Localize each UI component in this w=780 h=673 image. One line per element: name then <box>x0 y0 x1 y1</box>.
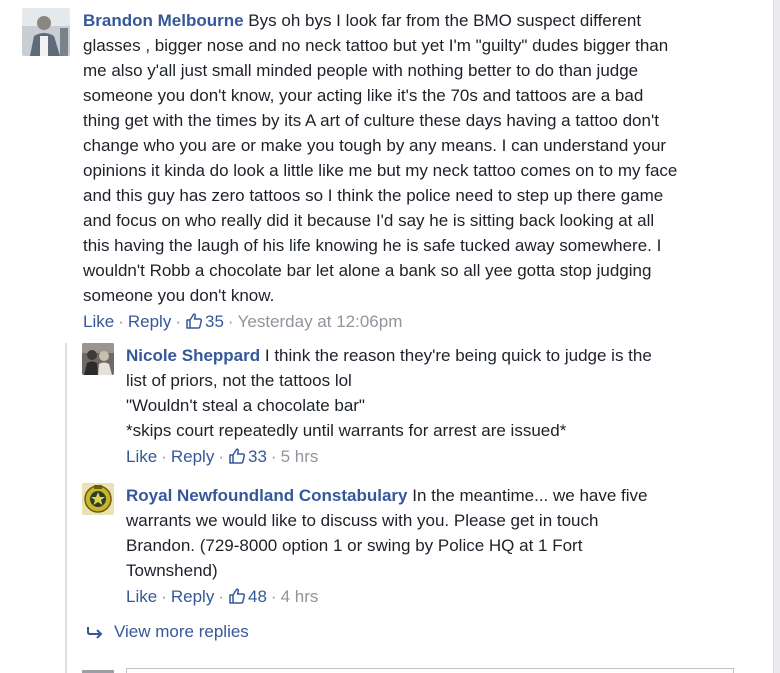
reply-input[interactable] <box>126 668 734 673</box>
card-border <box>773 0 780 673</box>
comment-body: Royal Newfoundland Constabulary In the m… <box>126 483 732 609</box>
comment-line: me also y'all just small minded people w… <box>83 61 639 80</box>
like-count[interactable]: 33 <box>228 447 267 466</box>
comment-line: glasses , bigger nose and no neck tattoo… <box>83 36 669 55</box>
comment-line: warrants we would like to discuss with y… <box>126 511 599 530</box>
comment-line: this having the laugh of his life knowin… <box>83 236 662 255</box>
like-count-value: 48 <box>248 587 267 606</box>
comment-line: thing get with the times by its A art of… <box>83 111 659 130</box>
timestamp[interactable]: 4 hrs <box>281 587 319 606</box>
comment-text: Royal Newfoundland Constabulary In the m… <box>126 483 732 583</box>
thumbs-up-icon <box>186 313 203 329</box>
reply-button[interactable]: Reply <box>128 312 171 331</box>
comment-line: and this guy has zero tattoos so I think… <box>83 186 664 205</box>
like-button[interactable]: Like <box>83 312 114 331</box>
comment-line: change who you are or make you tough by … <box>83 136 667 155</box>
avatar[interactable] <box>82 343 114 375</box>
comment-line: and focus on who really did it because I… <box>83 211 655 230</box>
author-name[interactable]: Nicole Sheppard <box>126 346 260 365</box>
comment: Brandon Melbourne Bys oh bys I look far … <box>22 8 742 338</box>
comment-line: someone you don't know. <box>83 286 275 305</box>
comment-text: Brandon Melbourne Bys oh bys I look far … <box>83 8 743 308</box>
reply-composer <box>82 666 734 673</box>
comment-line: Townshend) <box>126 561 218 580</box>
view-more-replies-link[interactable]: View more replies <box>86 620 249 644</box>
reply-arrow-icon <box>87 627 103 639</box>
comment-line: someone you don't know, your acting like… <box>83 86 644 105</box>
comment-line: Bys oh bys I look far from the BMO suspe… <box>248 11 642 30</box>
reply-button[interactable]: Reply <box>171 447 214 466</box>
profile-photo-icon <box>22 8 70 56</box>
comment-line: Brandon. (729-8000 option 1 or swing by … <box>126 536 583 555</box>
author-name[interactable]: Royal Newfoundland Constabulary <box>126 486 407 505</box>
comment-body: Brandon Melbourne Bys oh bys I look far … <box>83 8 743 334</box>
like-button[interactable]: Like <box>126 447 157 466</box>
comment-line: wouldn't Robb a chocolate bar let alone … <box>83 261 652 280</box>
comment-actions: Like · Reply · 33 · 5 hrs <box>126 447 319 466</box>
thumbs-up-icon <box>229 588 246 604</box>
comment-actions: Like · Reply · 48 · 4 hrs <box>126 587 319 606</box>
reply: Nicole Sheppard I think the reason they'… <box>82 343 732 473</box>
timestamp[interactable]: Yesterday at 12:06pm <box>238 312 403 331</box>
profile-photo-icon <box>82 343 114 375</box>
comment-line: "Wouldn't steal a chocolate bar" <box>126 396 365 415</box>
reply: Royal Newfoundland Constabulary In the m… <box>82 483 732 613</box>
comment-line: I think the reason they're being quick t… <box>264 346 652 365</box>
comment-line: *skips court repeatedly until warrants f… <box>126 421 567 440</box>
like-button[interactable]: Like <box>126 587 157 606</box>
timestamp[interactable]: 5 hrs <box>281 447 319 466</box>
avatar[interactable] <box>22 8 70 56</box>
like-count-value: 35 <box>205 312 224 331</box>
reply-thread-rail <box>65 343 67 673</box>
like-count[interactable]: 35 <box>185 312 224 331</box>
author-name[interactable]: Brandon Melbourne <box>83 11 244 30</box>
comment-actions: Like · Reply · 35 · Yesterday at 12:06pm <box>83 312 403 331</box>
police-crest-icon <box>82 483 114 515</box>
like-count-value: 33 <box>248 447 267 466</box>
like-count[interactable]: 48 <box>228 587 267 606</box>
avatar[interactable] <box>82 483 114 515</box>
comment-text: Nicole Sheppard I think the reason they'… <box>126 343 732 443</box>
comment-line: list of priors, not the tattoos lol <box>126 371 352 390</box>
thumbs-up-icon <box>229 448 246 464</box>
comment-body: Nicole Sheppard I think the reason they'… <box>126 343 732 469</box>
view-more-label: View more replies <box>114 622 249 641</box>
comment-line: opinions it kinda do look a little like … <box>83 161 678 180</box>
comment-thread: Brandon Melbourne Bys oh bys I look far … <box>0 0 780 673</box>
comment-line: In the meantime... we have five <box>412 486 648 505</box>
reply-button[interactable]: Reply <box>171 587 214 606</box>
